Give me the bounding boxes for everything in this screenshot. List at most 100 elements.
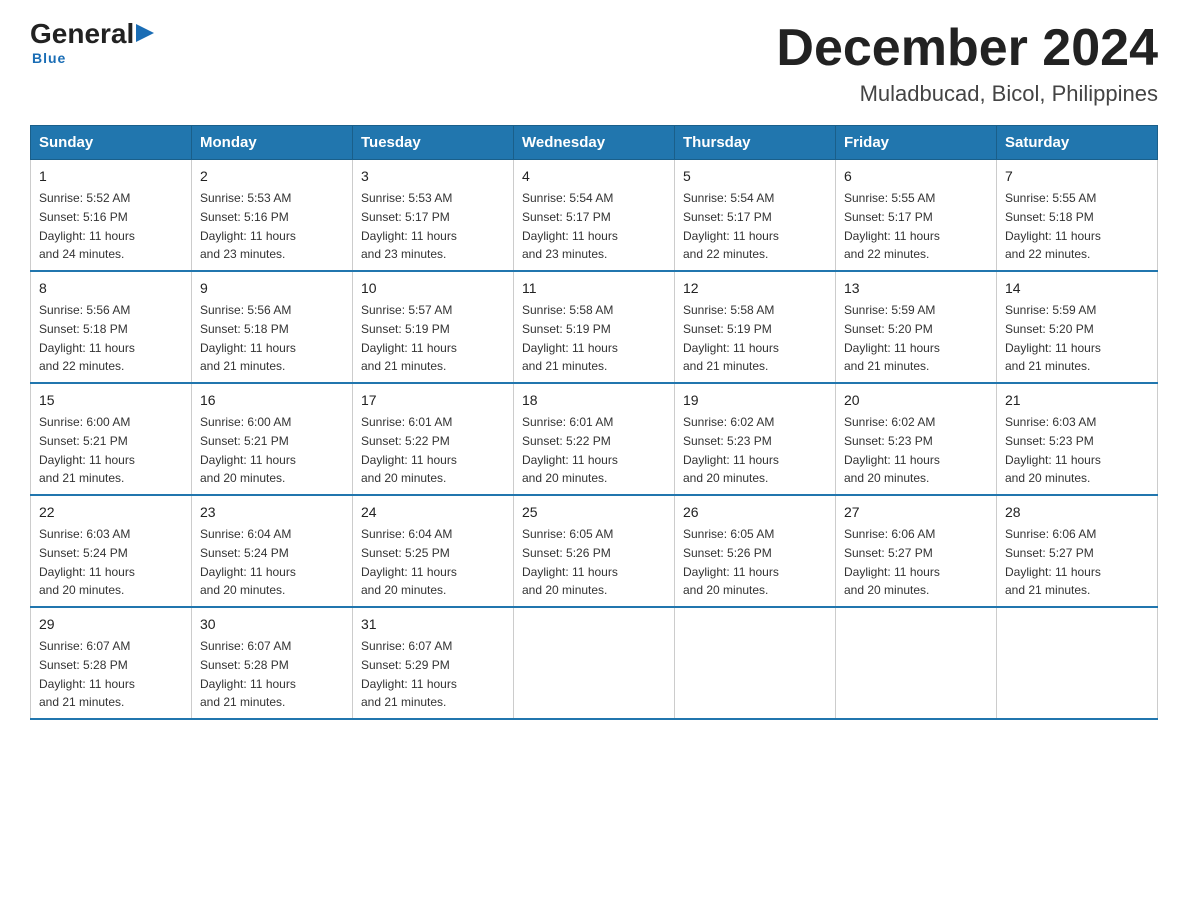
calendar-cell: 15 Sunrise: 6:00 AMSunset: 5:21 PMDayligh… [31, 383, 192, 495]
day-number: 17 [361, 390, 505, 411]
calendar-cell: 26 Sunrise: 6:05 AMSunset: 5:26 PMDayligh… [675, 495, 836, 607]
calendar-cell: 4 Sunrise: 5:54 AMSunset: 5:17 PMDaylight… [514, 160, 675, 272]
day-number: 5 [683, 166, 827, 187]
week-row-4: 22 Sunrise: 6:03 AMSunset: 5:24 PMDayligh… [31, 495, 1158, 607]
logo-flag-icon [134, 24, 156, 44]
calendar-cell: 5 Sunrise: 5:54 AMSunset: 5:17 PMDaylight… [675, 160, 836, 272]
calendar-cell: 17 Sunrise: 6:01 AMSunset: 5:22 PMDayligh… [353, 383, 514, 495]
day-number: 18 [522, 390, 666, 411]
day-info: Sunrise: 6:02 AMSunset: 5:23 PMDaylight:… [683, 415, 779, 485]
day-info: Sunrise: 6:07 AMSunset: 5:29 PMDaylight:… [361, 639, 457, 709]
day-number: 24 [361, 502, 505, 523]
day-number: 29 [39, 614, 183, 635]
col-header-saturday: Saturday [997, 126, 1158, 160]
day-number: 11 [522, 278, 666, 299]
calendar-cell [997, 607, 1158, 719]
location-title: Muladbucad, Bicol, Philippines [776, 81, 1158, 107]
day-info: Sunrise: 5:59 AMSunset: 5:20 PMDaylight:… [844, 303, 940, 373]
day-info: Sunrise: 5:57 AMSunset: 5:19 PMDaylight:… [361, 303, 457, 373]
day-number: 30 [200, 614, 344, 635]
title-block: December 2024 Muladbucad, Bicol, Philipp… [776, 20, 1158, 107]
day-info: Sunrise: 6:07 AMSunset: 5:28 PMDaylight:… [200, 639, 296, 709]
calendar-cell: 8 Sunrise: 5:56 AMSunset: 5:18 PMDaylight… [31, 271, 192, 383]
month-title: December 2024 [776, 20, 1158, 77]
day-info: Sunrise: 6:06 AMSunset: 5:27 PMDaylight:… [1005, 527, 1101, 597]
day-info: Sunrise: 6:01 AMSunset: 5:22 PMDaylight:… [522, 415, 618, 485]
day-number: 3 [361, 166, 505, 187]
day-info: Sunrise: 6:05 AMSunset: 5:26 PMDaylight:… [522, 527, 618, 597]
calendar-cell: 23 Sunrise: 6:04 AMSunset: 5:24 PMDayligh… [192, 495, 353, 607]
week-row-5: 29 Sunrise: 6:07 AMSunset: 5:28 PMDayligh… [31, 607, 1158, 719]
day-info: Sunrise: 6:00 AMSunset: 5:21 PMDaylight:… [200, 415, 296, 485]
calendar-cell: 14 Sunrise: 5:59 AMSunset: 5:20 PMDayligh… [997, 271, 1158, 383]
col-header-sunday: Sunday [31, 126, 192, 160]
logo-blue-text: Blue [30, 50, 66, 66]
calendar-table: SundayMondayTuesdayWednesdayThursdayFrid… [30, 125, 1158, 720]
day-info: Sunrise: 6:06 AMSunset: 5:27 PMDaylight:… [844, 527, 940, 597]
calendar-cell: 28 Sunrise: 6:06 AMSunset: 5:27 PMDayligh… [997, 495, 1158, 607]
calendar-cell: 3Sunrise: 5:53 AMSunset: 5:17 PMDaylight… [353, 160, 514, 272]
day-number: 27 [844, 502, 988, 523]
calendar-cell: 29 Sunrise: 6:07 AMSunset: 5:28 PMDayligh… [31, 607, 192, 719]
col-header-tuesday: Tuesday [353, 126, 514, 160]
day-number: 26 [683, 502, 827, 523]
day-info: Sunrise: 6:03 AMSunset: 5:24 PMDaylight:… [39, 527, 135, 597]
col-header-wednesday: Wednesday [514, 126, 675, 160]
day-info: Sunrise: 5:54 AMSunset: 5:17 PMDaylight:… [522, 191, 618, 261]
calendar-cell: 19 Sunrise: 6:02 AMSunset: 5:23 PMDayligh… [675, 383, 836, 495]
day-number: 28 [1005, 502, 1149, 523]
calendar-cell [675, 607, 836, 719]
day-info: Sunrise: 5:56 AMSunset: 5:18 PMDaylight:… [39, 303, 135, 373]
day-info: Sunrise: 5:54 AMSunset: 5:17 PMDaylight:… [683, 191, 779, 261]
day-info: Sunrise: 6:00 AMSunset: 5:21 PMDaylight:… [39, 415, 135, 485]
day-info: Sunrise: 5:58 AMSunset: 5:19 PMDaylight:… [683, 303, 779, 373]
calendar-header-row: SundayMondayTuesdayWednesdayThursdayFrid… [31, 126, 1158, 160]
day-number: 7 [1005, 166, 1149, 187]
day-number: 4 [522, 166, 666, 187]
day-number: 14 [1005, 278, 1149, 299]
calendar-cell: 22 Sunrise: 6:03 AMSunset: 5:24 PMDayligh… [31, 495, 192, 607]
calendar-cell: 20Sunrise: 6:02 AMSunset: 5:23 PMDayligh… [836, 383, 997, 495]
calendar-cell: 6 Sunrise: 5:55 AMSunset: 5:17 PMDaylight… [836, 160, 997, 272]
col-header-monday: Monday [192, 126, 353, 160]
calendar-cell: 10 Sunrise: 5:57 AMSunset: 5:19 PMDayligh… [353, 271, 514, 383]
day-number: 13 [844, 278, 988, 299]
calendar-cell: 7 Sunrise: 5:55 AMSunset: 5:18 PMDaylight… [997, 160, 1158, 272]
col-header-thursday: Thursday [675, 126, 836, 160]
calendar-cell: 16 Sunrise: 6:00 AMSunset: 5:21 PMDayligh… [192, 383, 353, 495]
day-info: Sunrise: 6:01 AMSunset: 5:22 PMDaylight:… [361, 415, 457, 485]
day-number: 19 [683, 390, 827, 411]
calendar-cell: 31 Sunrise: 6:07 AMSunset: 5:29 PMDayligh… [353, 607, 514, 719]
calendar-cell [836, 607, 997, 719]
day-info: Sunrise: 6:07 AMSunset: 5:28 PMDaylight:… [39, 639, 135, 709]
calendar-cell: 27 Sunrise: 6:06 AMSunset: 5:27 PMDayligh… [836, 495, 997, 607]
day-number: 10 [361, 278, 505, 299]
calendar-cell: 25Sunrise: 6:05 AMSunset: 5:26 PMDayligh… [514, 495, 675, 607]
calendar-cell: 30 Sunrise: 6:07 AMSunset: 5:28 PMDayligh… [192, 607, 353, 719]
day-number: 12 [683, 278, 827, 299]
page-header: General Blue December 2024 Muladbucad, B… [30, 20, 1158, 107]
day-number: 23 [200, 502, 344, 523]
day-info: Sunrise: 6:05 AMSunset: 5:26 PMDaylight:… [683, 527, 779, 597]
day-info: Sunrise: 6:04 AMSunset: 5:24 PMDaylight:… [200, 527, 296, 597]
day-info: Sunrise: 6:04 AMSunset: 5:25 PMDaylight:… [361, 527, 457, 597]
calendar-cell: 9Sunrise: 5:56 AMSunset: 5:18 PMDaylight… [192, 271, 353, 383]
day-info: Sunrise: 5:59 AMSunset: 5:20 PMDaylight:… [1005, 303, 1101, 373]
week-row-2: 8 Sunrise: 5:56 AMSunset: 5:18 PMDaylight… [31, 271, 1158, 383]
day-number: 16 [200, 390, 344, 411]
day-info: Sunrise: 5:55 AMSunset: 5:17 PMDaylight:… [844, 191, 940, 261]
calendar-cell: 2Sunrise: 5:53 AMSunset: 5:16 PMDaylight… [192, 160, 353, 272]
day-number: 6 [844, 166, 988, 187]
day-number: 31 [361, 614, 505, 635]
week-row-3: 15 Sunrise: 6:00 AMSunset: 5:21 PMDayligh… [31, 383, 1158, 495]
day-info: Sunrise: 6:02 AMSunset: 5:23 PMDaylight:… [844, 415, 940, 485]
day-info: Sunrise: 5:53 AMSunset: 5:16 PMDaylight:… [200, 191, 296, 261]
day-number: 8 [39, 278, 183, 299]
day-number: 15 [39, 390, 183, 411]
calendar-cell [514, 607, 675, 719]
col-header-friday: Friday [836, 126, 997, 160]
day-number: 22 [39, 502, 183, 523]
day-info: Sunrise: 5:55 AMSunset: 5:18 PMDaylight:… [1005, 191, 1101, 261]
day-number: 21 [1005, 390, 1149, 411]
calendar-cell: 13 Sunrise: 5:59 AMSunset: 5:20 PMDayligh… [836, 271, 997, 383]
